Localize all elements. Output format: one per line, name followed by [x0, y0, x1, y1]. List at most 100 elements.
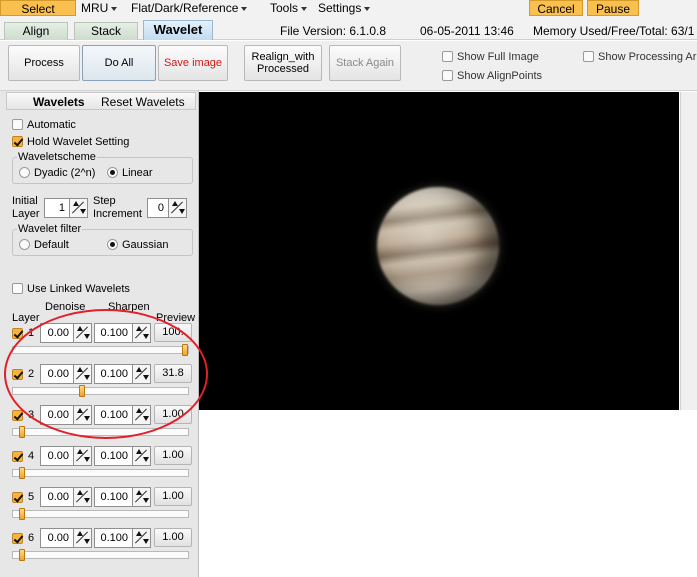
layer-number: 4	[28, 450, 35, 462]
tab-wavelets[interactable]: Wavelets	[33, 95, 85, 109]
layer-number: 2	[28, 368, 35, 380]
default-radio[interactable]: Default	[19, 239, 69, 251]
layer-slider-track[interactable]	[12, 551, 189, 559]
processed-image[interactable]	[199, 92, 679, 410]
sharpen-value: 0.100	[100, 491, 128, 503]
initial-layer-label: Initial Layer	[12, 195, 40, 221]
up-down-arrows-icon[interactable]	[132, 324, 150, 342]
hold-wavelet-setting-checkbox[interactable]: Hold Wavelet Setting	[12, 136, 129, 148]
denoise-value: 0.00	[47, 532, 69, 544]
realign-line1: Realign_with	[251, 51, 315, 63]
checkbox-icon	[12, 283, 23, 294]
cancel-button[interactable]: Cancel	[529, 0, 583, 16]
up-down-arrows-icon[interactable]	[73, 488, 91, 506]
sharpen-stepper[interactable]: 0.100	[94, 364, 151, 384]
layer-slider-thumb[interactable]	[182, 344, 188, 356]
dyadic-radio[interactable]: Dyadic (2^n)	[19, 167, 95, 179]
layer-slider-track[interactable]	[12, 387, 189, 395]
preview-button[interactable]: 31.8	[154, 364, 192, 383]
use-linked-wavelets-checkbox[interactable]: Use Linked Wavelets	[12, 283, 130, 295]
initial-layer-stepper[interactable]: 1	[44, 198, 88, 218]
linear-radio[interactable]: Linear	[107, 167, 153, 179]
show-alignpoints-checkbox[interactable]: Show AlignPoints	[442, 69, 542, 83]
settings-menu[interactable]: Settings	[314, 0, 374, 16]
hold-wavelet-setting-label: Hold Wavelet Setting	[27, 136, 130, 148]
up-down-arrows-icon[interactable]	[132, 447, 150, 465]
tools-menu[interactable]: Tools	[266, 0, 311, 16]
toolbar: Process Do All Save image Realign_with P…	[0, 41, 697, 91]
do-all-button[interactable]: Do All	[82, 45, 156, 81]
up-down-arrows-icon[interactable]	[73, 529, 91, 547]
reset-wavelets-button[interactable]: Reset Wavelets	[101, 95, 185, 109]
layer-slider-thumb[interactable]	[79, 385, 85, 397]
step-increment-stepper[interactable]: 0	[147, 198, 187, 218]
checkbox-icon	[583, 51, 594, 62]
process-button[interactable]: Process	[8, 45, 80, 81]
denoise-stepper[interactable]: 0.00	[40, 323, 92, 343]
mru-menu[interactable]: MRU	[77, 0, 121, 16]
preview-button[interactable]: 1.00	[154, 405, 192, 424]
stack-again-button[interactable]: Stack Again	[329, 45, 401, 81]
denoise-stepper[interactable]: 0.00	[40, 405, 92, 425]
layer-slider-thumb[interactable]	[19, 508, 25, 520]
layer-slider-thumb[interactable]	[19, 467, 25, 479]
sharpen-stepper[interactable]: 0.100	[94, 405, 151, 425]
up-down-arrows-icon[interactable]	[73, 324, 91, 342]
sharpen-stepper[interactable]: 0.100	[94, 323, 151, 343]
preview-button[interactable]: 1.00	[154, 528, 192, 547]
up-down-arrows-icon[interactable]	[132, 365, 150, 383]
initial-line2: Layer	[12, 208, 40, 220]
tab-wavelet[interactable]: Wavelet	[143, 20, 213, 40]
preview-button[interactable]: 1.00	[154, 446, 192, 465]
show-processing-area-checkbox[interactable]: Show Processing Ar	[583, 50, 696, 64]
show-full-image-checkbox[interactable]: Show Full Image	[442, 50, 539, 64]
layer-enabled-checkbox[interactable]	[12, 533, 23, 544]
gaussian-radio[interactable]: Gaussian	[107, 239, 168, 251]
pause-button[interactable]: Pause	[587, 0, 639, 16]
up-down-arrows-icon[interactable]	[132, 488, 150, 506]
layer-slider-track[interactable]	[12, 510, 189, 518]
flat-dark-reference-label: Flat/Dark/Reference	[131, 1, 239, 15]
layer-slider-track[interactable]	[12, 346, 189, 354]
tab-align[interactable]: Align	[4, 22, 68, 40]
realign-with-processed-button[interactable]: Realign_with Processed	[244, 45, 322, 81]
up-down-arrows-icon[interactable]	[132, 529, 150, 547]
up-down-arrows-icon[interactable]	[69, 199, 87, 217]
layer-enabled-checkbox[interactable]	[12, 451, 23, 462]
wavelet-filter-label: Wavelet filter	[17, 223, 83, 235]
layer-slider-thumb[interactable]	[19, 549, 25, 561]
layer-number: 1	[28, 327, 35, 339]
layer-slider-thumb[interactable]	[19, 426, 25, 438]
layer-enabled-checkbox[interactable]	[12, 369, 23, 380]
denoise-stepper[interactable]: 0.00	[40, 528, 92, 548]
tab-stack[interactable]: Stack	[74, 22, 138, 40]
layer-number: 5	[28, 491, 35, 503]
layer-enabled-checkbox[interactable]	[12, 410, 23, 421]
save-image-button[interactable]: Save image	[158, 45, 228, 81]
sharpen-stepper[interactable]: 0.100	[94, 446, 151, 466]
select-menu-button[interactable]: Select	[0, 0, 76, 16]
vertical-scrollbar[interactable]	[680, 92, 697, 410]
denoise-stepper[interactable]: 0.00	[40, 446, 92, 466]
sharpen-value: 0.100	[100, 327, 128, 339]
denoise-stepper[interactable]: 0.00	[40, 364, 92, 384]
layer-number: 3	[28, 409, 35, 421]
up-down-arrows-icon[interactable]	[168, 199, 186, 217]
memory-usage: Memory Used/Free/Total: 63/1	[533, 24, 695, 38]
sharpen-stepper[interactable]: 0.100	[94, 487, 151, 507]
preview-button[interactable]: 1.00	[154, 487, 192, 506]
flat-dark-reference-menu[interactable]: Flat/Dark/Reference	[127, 0, 251, 16]
up-down-arrows-icon[interactable]	[132, 406, 150, 424]
automatic-checkbox[interactable]: Automatic	[12, 119, 76, 131]
denoise-stepper[interactable]: 0.00	[40, 487, 92, 507]
up-down-arrows-icon[interactable]	[73, 406, 91, 424]
layer-slider-track[interactable]	[12, 428, 189, 436]
layer-enabled-checkbox[interactable]	[12, 492, 23, 503]
layer-slider-track[interactable]	[12, 469, 189, 477]
preview-button[interactable]: 100.	[154, 323, 192, 342]
up-down-arrows-icon[interactable]	[73, 447, 91, 465]
file-version: File Version: 6.1.0.8	[280, 24, 387, 38]
up-down-arrows-icon[interactable]	[73, 365, 91, 383]
sharpen-stepper[interactable]: 0.100	[94, 528, 151, 548]
layer-enabled-checkbox[interactable]	[12, 328, 23, 339]
